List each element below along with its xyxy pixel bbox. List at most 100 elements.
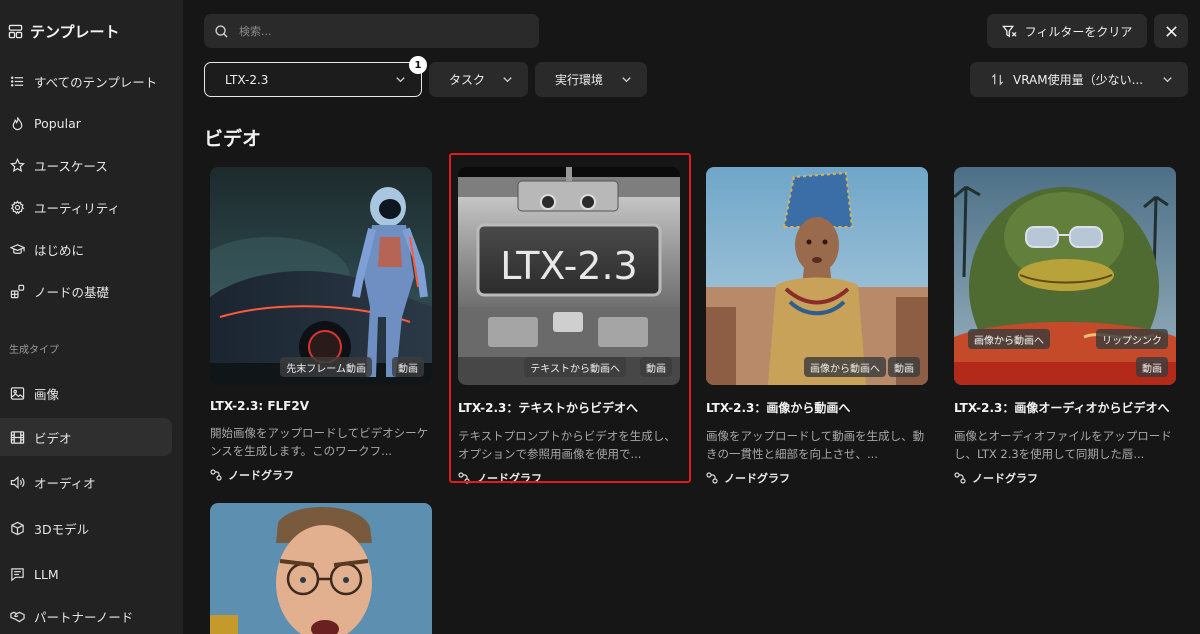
- template-card-flf2v[interactable]: 先末フレーム動画 動画 LTX-2.3: FLF2V 開始画像をアップロードして…: [210, 167, 432, 483]
- card-type: ノードグラフ: [954, 470, 1176, 486]
- sidebar-item-label: Popular: [34, 115, 81, 131]
- template-card-image-audio-to-video[interactable]: 画像から動画へ リップシンク 動画 LTX-2.3：画像オーディオからビデオへ …: [954, 167, 1176, 486]
- card-title: LTX-2.3：画像オーディオからビデオへ: [954, 401, 1170, 415]
- filter-count-badge: 1: [409, 56, 427, 74]
- image-icon: [10, 386, 25, 401]
- card-description: 画像をアップロードして動画を生成し、動きの一貫性と細部を向上させ、...: [706, 429, 925, 461]
- chevron-down-icon: [393, 72, 408, 87]
- chevron-down-icon: [1160, 72, 1175, 87]
- sidebar-item-popular[interactable]: Popular: [0, 104, 172, 142]
- sidebar-item-node-basics[interactable]: ノードの基礎: [0, 272, 172, 310]
- sidebar-item-audio[interactable]: オーディオ: [0, 463, 172, 501]
- sort-arrows-icon: [990, 72, 1005, 87]
- star-icon: [10, 157, 25, 173]
- app-root: テンプレート すべてのテンプレート Popular ユースケース ユーティリティ…: [0, 0, 1200, 634]
- environment-filter-label: 実行環境: [555, 73, 604, 87]
- astronaut-car-thumbnail: [210, 167, 432, 385]
- creature-sunglasses-thumbnail: [954, 167, 1176, 385]
- message-icon: [10, 567, 25, 582]
- card-tag: リップシンク: [1096, 329, 1168, 349]
- search-input[interactable]: [239, 24, 519, 38]
- sidebar-item-3d-model[interactable]: 3Dモデル: [0, 509, 172, 547]
- card-tag: 画像から動画へ: [804, 357, 886, 377]
- card-tag: 動画: [640, 357, 672, 377]
- search-box[interactable]: [204, 14, 539, 48]
- sidebar-item-label: ユーティリティ: [34, 200, 121, 216]
- card-thumbnail: [210, 503, 432, 634]
- close-button[interactable]: [1154, 14, 1188, 48]
- card-tag: 動画: [392, 357, 424, 377]
- card-tag: テキストから動画へ: [524, 357, 626, 377]
- card-type-label: ノードグラフ: [228, 469, 294, 482]
- card-title: LTX-2.3: FLF2V: [210, 399, 310, 413]
- card-type-label: ノードグラフ: [476, 472, 542, 485]
- task-filter-label: タスク: [449, 73, 486, 87]
- sidebar-item-llm[interactable]: LLM: [0, 555, 172, 593]
- card-title: LTX-2.3：画像から動画へ: [706, 401, 851, 415]
- card-tag: 画像から動画へ: [968, 329, 1050, 349]
- templates-icon: [8, 24, 23, 39]
- film-icon: [10, 430, 25, 445]
- card-tag: 動画: [888, 357, 920, 377]
- blocks-icon: [10, 284, 25, 299]
- sort-dropdown[interactable]: VRAM使用量（少ない...: [970, 62, 1188, 97]
- model-filter-value: LTX-2.3: [225, 72, 269, 87]
- sidebar-item-label: LLM: [34, 566, 59, 582]
- sidebar-title: テンプレート: [30, 22, 120, 41]
- clear-filters-button[interactable]: フィルターをクリア: [987, 14, 1147, 48]
- template-card-image-to-video[interactable]: 画像から動画へ 動画 LTX-2.3：画像から動画へ 画像をアップロードして動画…: [706, 167, 928, 486]
- sidebar-item-partner-nodes[interactable]: パートナーノード: [0, 597, 172, 634]
- sort-label: VRAM使用量（少ない...: [1013, 73, 1144, 87]
- sidebar-item-label: ノードの基礎: [34, 284, 110, 300]
- node-graph-icon: [954, 472, 966, 484]
- sidebar-item-label: ユースケース: [34, 158, 108, 174]
- chevron-down-icon: [619, 72, 634, 87]
- node-graph-icon: [706, 472, 718, 484]
- task-filter-dropdown[interactable]: タスク: [429, 62, 528, 97]
- speaker-icon: [10, 475, 25, 490]
- sidebar-item-label: オーディオ: [34, 475, 96, 491]
- node-graph-icon: [210, 469, 222, 481]
- environment-filter-dropdown[interactable]: 実行環境: [535, 62, 647, 97]
- card-thumbnail: 画像から動画へ 動画: [706, 167, 928, 385]
- card-title: LTX-2.3：テキストからビデオへ: [458, 401, 638, 415]
- sidebar-item-all-templates[interactable]: すべてのテンプレート: [0, 62, 172, 100]
- card-thumbnail: 画像から動画へ リップシンク 動画: [954, 167, 1176, 385]
- man-glasses-thumbnail: [210, 503, 432, 634]
- card-description: 画像とオーディオファイルをアップロードし、LTX 2.3を使用して同期した唇..…: [954, 429, 1172, 461]
- sidebar-item-use-cases[interactable]: ユースケース: [0, 146, 172, 184]
- sidebar-item-utilities[interactable]: ユーティリティ: [0, 188, 172, 226]
- card-thumbnail: 先末フレーム動画 動画: [210, 167, 432, 385]
- cube-icon: [10, 521, 25, 536]
- chevron-down-icon: [500, 72, 515, 87]
- filter-clear-icon: [1001, 24, 1017, 39]
- model-filter-dropdown[interactable]: LTX-2.3: [204, 62, 422, 97]
- card-tag: 先末フレーム動画: [280, 357, 372, 377]
- card-type: ノードグラフ: [210, 467, 432, 483]
- card-tag: 動画: [1136, 357, 1168, 377]
- gear-icon: [10, 199, 25, 215]
- card-thumbnail: LTX-2.3 テキストから動画へ 動画: [458, 167, 680, 385]
- sidebar-item-video[interactable]: ビデオ: [0, 418, 172, 456]
- sidebar-item-image[interactable]: 画像: [0, 374, 172, 412]
- search-icon: [214, 24, 229, 39]
- sidebar: テンプレート すべてのテンプレート Popular ユースケース ユーティリティ…: [0, 0, 183, 634]
- card-description: 開始画像をアップロードしてビデオシーケンスを生成します。このワークフ...: [210, 426, 429, 458]
- thumbnail-text: LTX-2.3: [500, 244, 637, 288]
- node-graph-icon: [458, 472, 470, 484]
- card-type-label: ノードグラフ: [972, 472, 1038, 485]
- template-card-lipsync-portrait[interactable]: [210, 503, 432, 634]
- card-type: ノードグラフ: [706, 470, 928, 486]
- sidebar-item-getting-started[interactable]: はじめに: [0, 230, 172, 268]
- card-description: テキストプロンプトからビデオを生成し、オプションで参照用画像を使用で...: [458, 429, 676, 461]
- sidebar-item-label: 画像: [34, 386, 60, 402]
- template-card-text-to-video[interactable]: LTX-2.3 テキストから動画へ 動画 LTX-2.3：テキストからビデオへ …: [458, 167, 680, 486]
- list-icon: [10, 74, 25, 89]
- sidebar-header: テンプレート: [8, 20, 120, 42]
- handshake-icon: [10, 609, 25, 624]
- sidebar-item-label: 3Dモデル: [34, 521, 90, 537]
- sidebar-item-label: はじめに: [34, 242, 85, 258]
- section-title: ビデオ: [204, 128, 262, 150]
- card-type: ノードグラフ: [458, 470, 680, 486]
- graduation-cap-icon: [10, 242, 25, 257]
